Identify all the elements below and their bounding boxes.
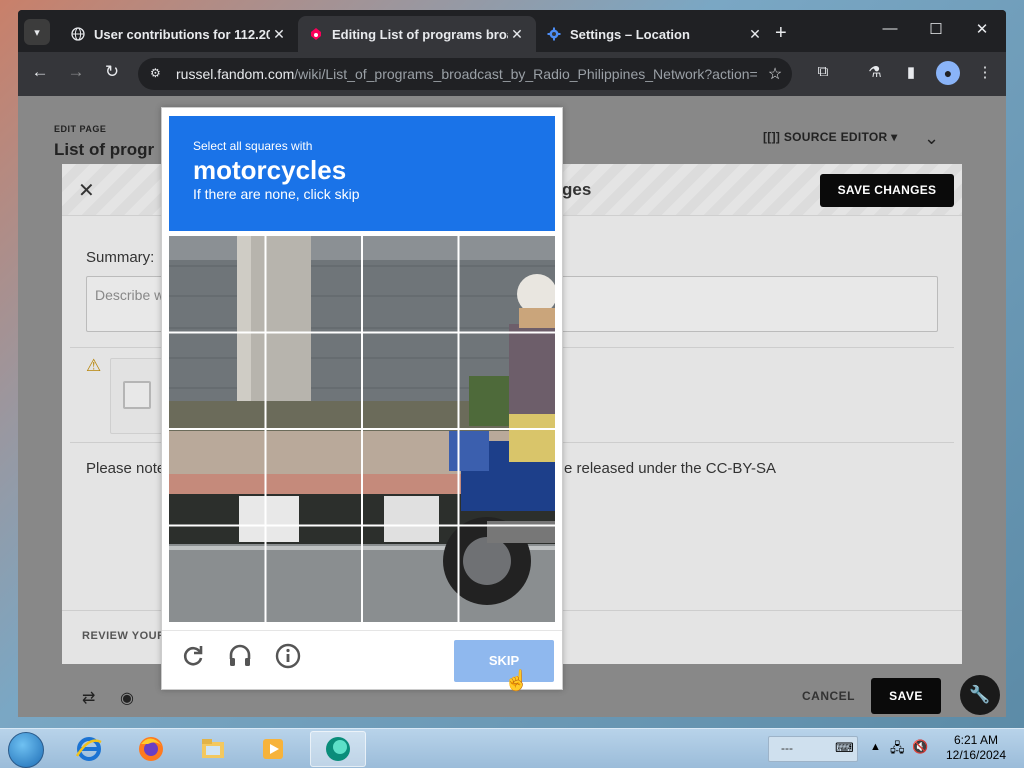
tab-title: Editing List of programs broad: [332, 26, 508, 42]
tray-text: ---: [781, 741, 793, 755]
captcha-tile[interactable]: [363, 333, 458, 428]
keyboard-icon[interactable]: ⌨: [835, 740, 854, 756]
browser-toolbar: ← → ↻ ⚙ russel.fandom.com/wiki/List_of_p…: [18, 52, 1006, 96]
page-title: List of progr: [54, 140, 155, 159]
tab-strip: ▾ User contributions for 112.202 ✕ Editi…: [18, 10, 1006, 52]
captcha-instruction: Select all squares with: [193, 139, 313, 153]
extensions-icon[interactable]: ⧉: [812, 63, 834, 80]
license-note-end: e released under the CC-BY-SA: [564, 460, 777, 477]
review-changes-link[interactable]: REVIEW YOUR: [82, 630, 166, 642]
captcha-tile[interactable]: [460, 333, 555, 428]
hand-cursor-icon: ☝: [504, 670, 529, 692]
tab-title: User contributions for 112.202: [94, 26, 270, 42]
captcha-tile[interactable]: [169, 527, 264, 622]
summary-label: Summary:: [86, 249, 155, 266]
warning-icon: ⚠: [86, 356, 102, 375]
captcha-target-object: motorcycles: [193, 155, 347, 185]
file-explorer-icon[interactable]: [188, 731, 238, 767]
menu-dots-icon[interactable]: ⋮: [974, 63, 996, 81]
captcha-tile[interactable]: [266, 430, 361, 525]
captcha-tile[interactable]: [266, 333, 361, 428]
media-player-icon[interactable]: [248, 731, 298, 767]
captcha-tile[interactable]: [363, 527, 458, 622]
show-hidden-icons[interactable]: ▲: [870, 741, 881, 753]
fandom-icon: [308, 26, 324, 42]
new-tab-button[interactable]: +: [775, 22, 787, 45]
captcha-tile[interactable]: [266, 527, 361, 622]
globe-icon: [70, 26, 86, 42]
labs-icon[interactable]: ⚗: [864, 63, 886, 81]
close-icon[interactable]: ✕: [78, 178, 95, 203]
save-button[interactable]: SAVE: [871, 678, 941, 714]
gear-icon: [546, 26, 562, 42]
eye-icon[interactable]: ◉: [120, 688, 134, 708]
wrench-icon[interactable]: 🔧: [960, 675, 1000, 715]
captcha-tile[interactable]: [169, 236, 264, 331]
side-panel-icon[interactable]: ▮: [900, 63, 922, 81]
minimize-button[interactable]: —: [878, 20, 902, 37]
reload-button[interactable]: ↻: [100, 62, 124, 82]
captcha-header: Select all squares with motorcycles If t…: [169, 116, 555, 231]
captcha-tile[interactable]: [169, 333, 264, 428]
close-tab-icon[interactable]: ✕: [746, 26, 764, 43]
url-text[interactable]: russel.fandom.com/wiki/List_of_programs_…: [176, 66, 758, 82]
save-changes-button[interactable]: SAVE CHANGES: [820, 174, 954, 207]
maximize-button[interactable]: ☐: [924, 20, 948, 38]
system-clock[interactable]: 6:21 AM 12/16/2024: [936, 733, 1016, 763]
close-tab-icon[interactable]: ✕: [270, 26, 288, 43]
internet-explorer-icon[interactable]: [64, 731, 114, 767]
tray-input-area[interactable]: --- ⌨: [768, 736, 858, 762]
start-button[interactable]: [8, 732, 44, 768]
captcha-tile[interactable]: [266, 236, 361, 331]
source-editor-dropdown[interactable]: [[]] SOURCE EDITOR ▾: [763, 130, 898, 144]
edit-page-label: EDIT PAGE: [54, 124, 107, 134]
network-icon[interactable]: 🖧: [890, 739, 905, 761]
forward-button[interactable]: →: [64, 62, 88, 82]
captcha-tile[interactable]: [460, 527, 555, 622]
captcha-challenge: Select all squares with motorcycles If t…: [161, 107, 563, 690]
captcha-tile[interactable]: [363, 430, 458, 525]
tab-title: Settings – Location: [570, 26, 690, 42]
volume-muted-icon[interactable]: 🔇: [912, 739, 928, 755]
cancel-button[interactable]: CANCEL: [802, 689, 855, 703]
preview-toggle-icon[interactable]: ⇄: [82, 688, 95, 708]
captcha-hint: If there are none, click skip: [193, 186, 360, 202]
clock-time: 6:21 AM: [953, 733, 999, 747]
info-icon[interactable]: [273, 643, 303, 673]
captcha-footer: SKIP: [162, 630, 562, 690]
captcha-tile[interactable]: [363, 236, 458, 331]
tab-editing-list[interactable]: Editing List of programs broad ✕: [298, 16, 536, 52]
profile-avatar[interactable]: ●: [936, 61, 960, 85]
license-note-start: Please note: [86, 460, 166, 477]
captcha-tile[interactable]: [460, 430, 555, 525]
tab-settings-location[interactable]: Settings – Location ✕: [536, 16, 774, 52]
firefox-icon[interactable]: [126, 731, 176, 767]
captcha-tile[interactable]: [169, 430, 264, 525]
captcha-tile-grid: [169, 236, 555, 622]
tab-search-button[interactable]: ▾: [24, 19, 50, 45]
chevron-down-icon[interactable]: ⌄: [924, 128, 939, 149]
site-info-icon[interactable]: ⚙: [150, 66, 166, 82]
recaptcha-checkbox[interactable]: [123, 381, 151, 409]
active-app-icon[interactable]: [310, 731, 366, 767]
captcha-tile[interactable]: [460, 236, 555, 331]
audio-challenge-icon[interactable]: [225, 643, 255, 673]
tab-user-contributions[interactable]: User contributions for 112.202 ✕: [60, 16, 298, 52]
reload-challenge-icon[interactable]: [178, 643, 208, 673]
close-window-button[interactable]: ✕: [970, 20, 994, 38]
close-tab-icon[interactable]: ✕: [508, 26, 526, 43]
dialog-title: ges: [562, 180, 592, 199]
back-button[interactable]: ←: [28, 62, 52, 82]
taskbar: --- ⌨ ▲ 🖧 🔇 6:21 AM 12/16/2024: [0, 728, 1024, 768]
clock-date: 12/16/2024: [945, 748, 1007, 762]
address-bar[interactable]: ⚙ russel.fandom.com/wiki/List_of_program…: [138, 58, 792, 90]
bookmark-star-icon[interactable]: ☆: [758, 64, 792, 84]
